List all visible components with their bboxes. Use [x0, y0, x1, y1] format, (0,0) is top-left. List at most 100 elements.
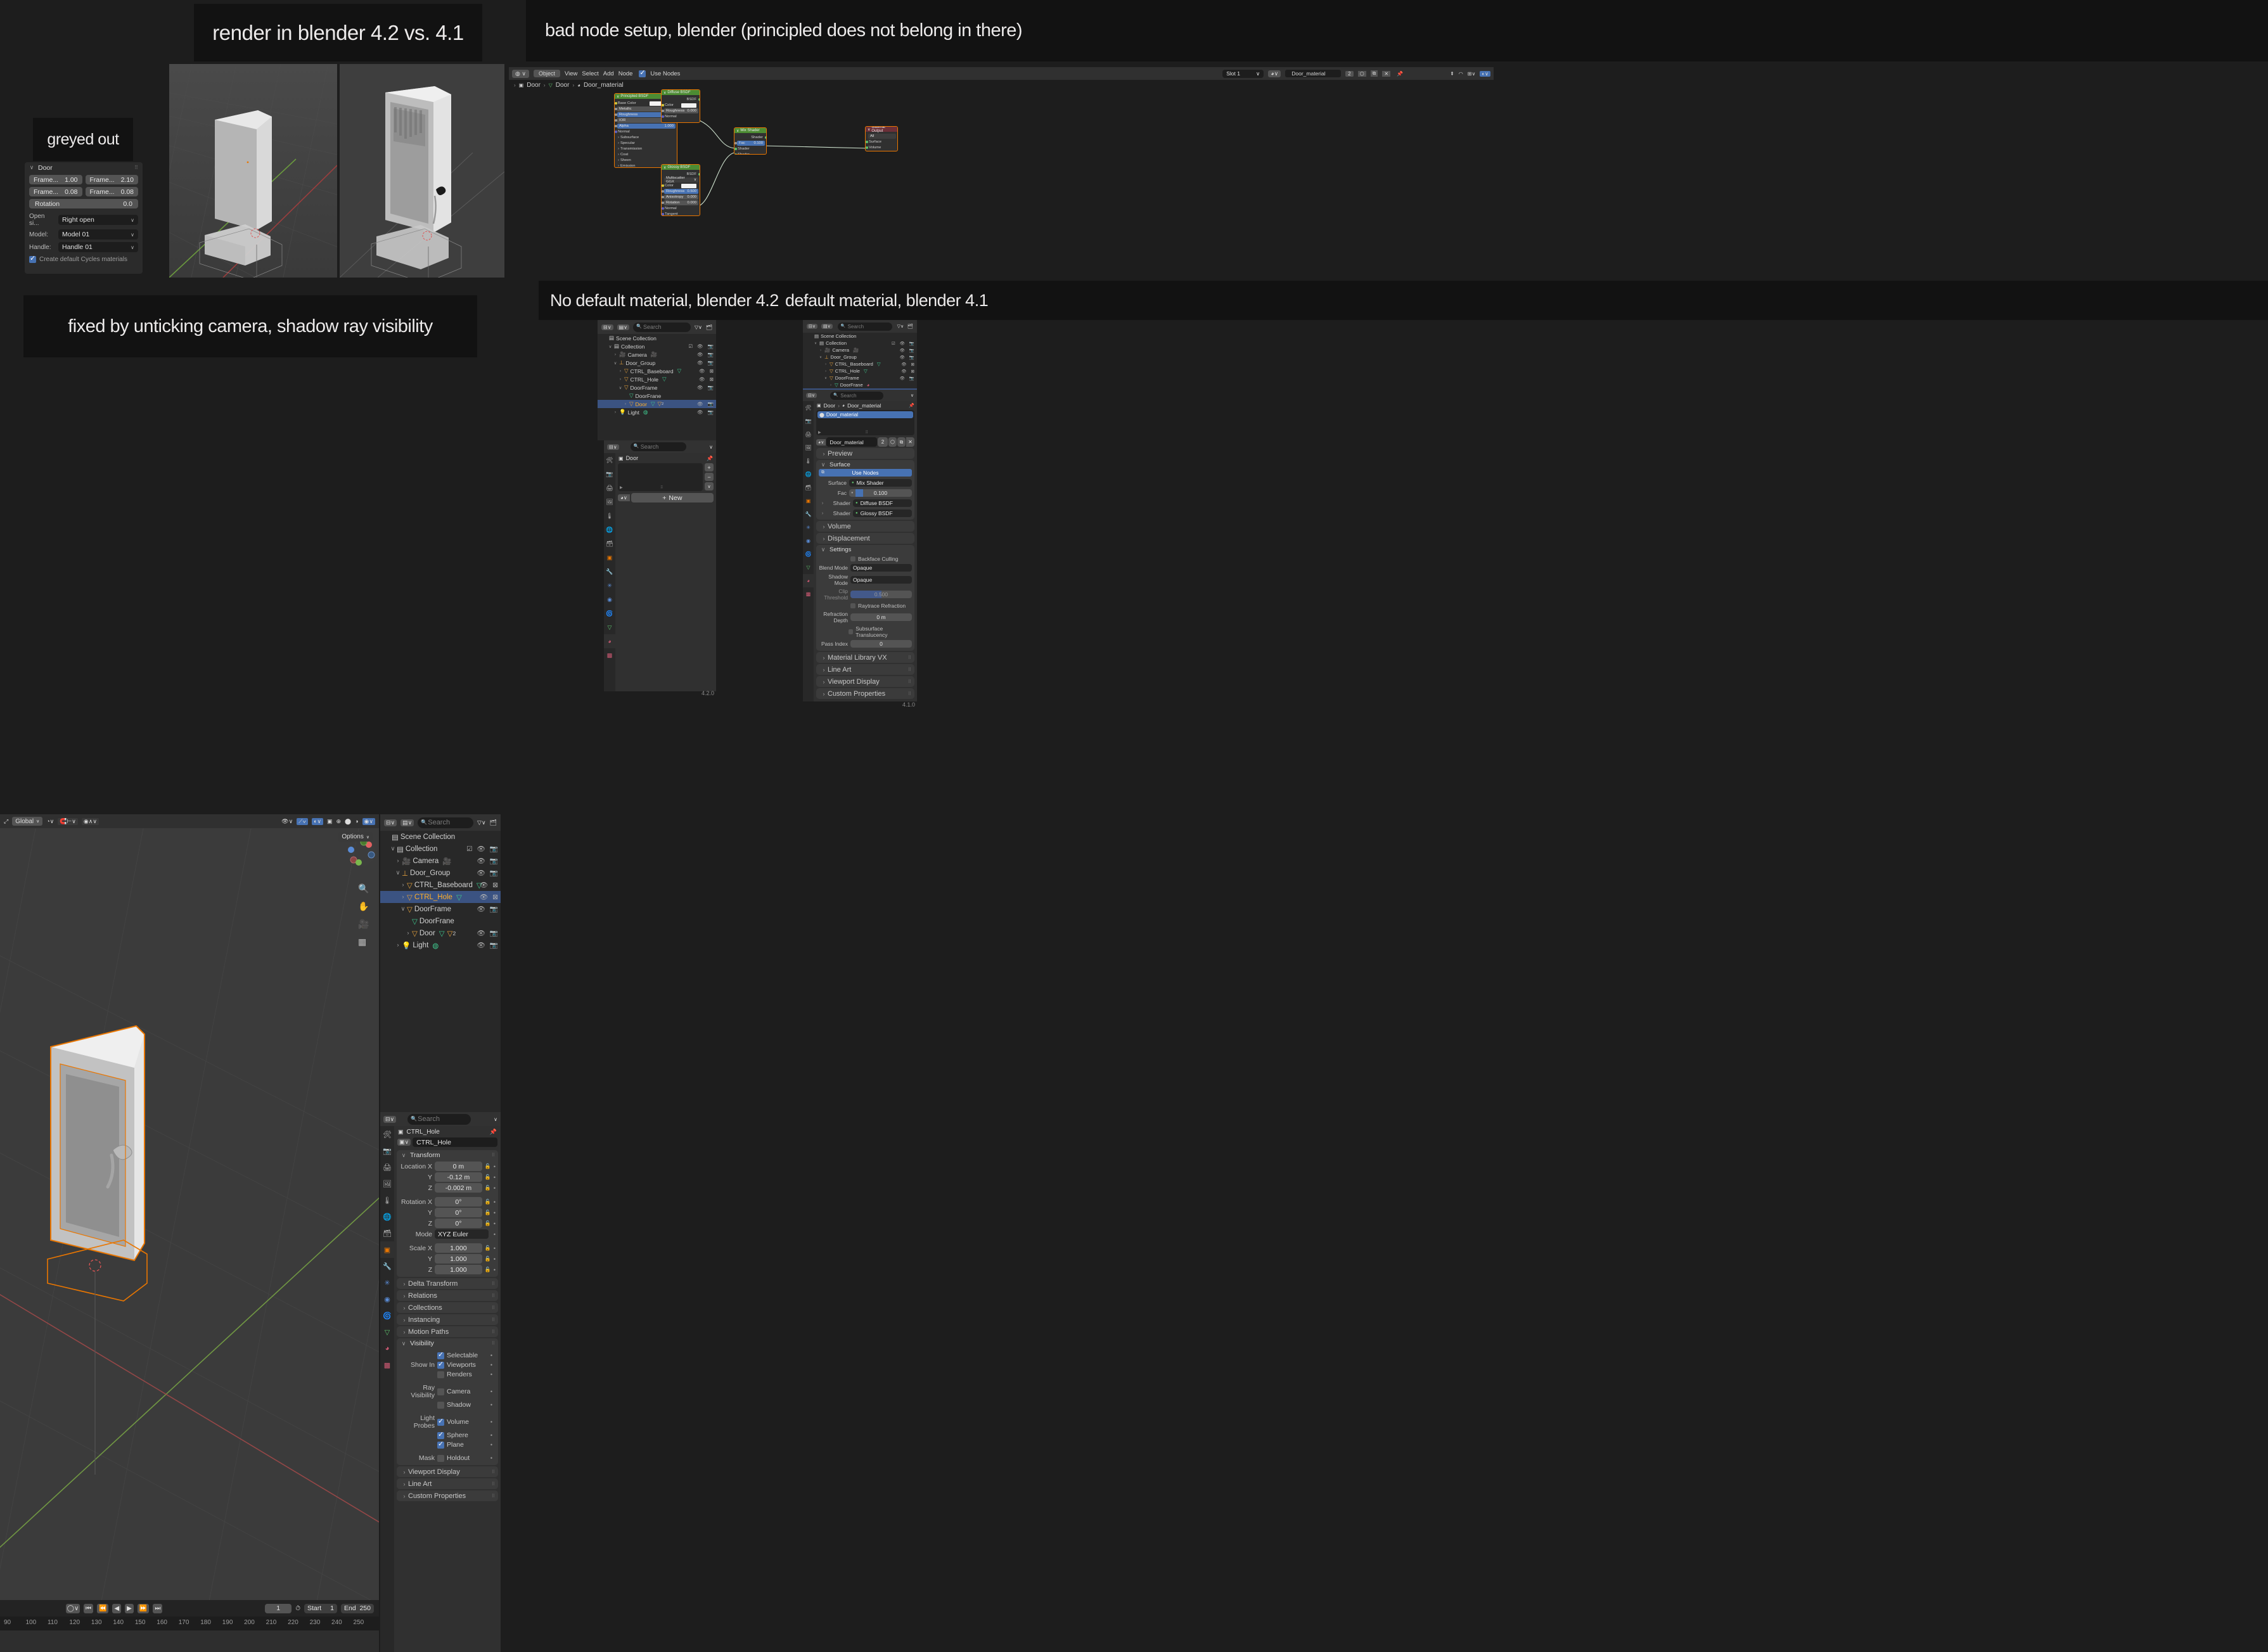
outliner-row-controls[interactable]: 👁📷	[697, 401, 714, 407]
camera-render-icon[interactable]: 📷	[490, 941, 498, 949]
shadow-mode-dropdown[interactable]: Opaque	[850, 576, 912, 584]
editor-type-icon[interactable]: ⊟∨	[607, 444, 619, 450]
overlays-icon[interactable]: ◐∨	[311, 817, 323, 825]
chevron-down-icon[interactable]: ∨	[394, 869, 402, 876]
outliner-row-controls[interactable]: 👁📷	[697, 409, 714, 415]
camera-render-icon[interactable]: 📷	[490, 929, 498, 937]
pin-icon[interactable]: 📌	[490, 1129, 497, 1136]
tab-output[interactable]: 🖨	[604, 481, 615, 495]
rotation-y-field[interactable]: Y 0° 🔓 •	[399, 1208, 496, 1217]
chevron-down-icon[interactable]: ∨	[606, 344, 614, 349]
chevron-down-icon[interactable]: ∨	[812, 342, 819, 345]
outliner-row-controls[interactable]: 👁📷	[697, 360, 714, 366]
tab-texture[interactable]: ▩	[803, 587, 814, 601]
outliner-42[interactable]: ⊟∨ ▤∨ 🔍 Search ▽∨ 🗂 ▤ Scene Collection ∨ ▤ C…	[598, 320, 716, 440]
timeline-track-area[interactable]	[0, 1630, 379, 1652]
shading-wireframe-icon[interactable]: ⊕	[336, 818, 341, 825]
lock-icon[interactable]: 🔓	[485, 1174, 491, 1180]
close-icon[interactable]: ✕	[1382, 70, 1391, 77]
tab-data[interactable]: ▽	[803, 561, 814, 574]
tab-physics[interactable]: ◉	[380, 1291, 394, 1307]
outliner-row-controls[interactable]: 👁 ⊠	[699, 368, 714, 374]
tab-object[interactable]: ▣	[380, 1241, 394, 1258]
node-panel-coat[interactable]: › Coat	[616, 152, 676, 157]
object-datablock-icon[interactable]: ▣∨	[397, 1139, 411, 1146]
outliner-row-controls[interactable]: 👁📷	[697, 385, 714, 390]
tab-view-layer[interactable]: 🖼	[604, 495, 615, 509]
outliner-row[interactable]: ›▽Door▽▽2👁📷	[380, 927, 501, 939]
outliner-search-input[interactable]: 🔍 Search	[418, 817, 474, 828]
tab-physics[interactable]: ◉	[604, 592, 615, 606]
open-side-dropdown[interactable]: Right open ∨	[58, 215, 138, 225]
editor-type-icon[interactable]: ⊟∨	[806, 393, 817, 398]
light-probes-sphere-row[interactable]: Sphere •	[399, 1430, 496, 1439]
proportional-edit-icon[interactable]: ◠	[1459, 71, 1463, 77]
tab-view-layer[interactable]: 🖼	[803, 441, 814, 454]
outliner-row[interactable]: ▤ Scene Collection	[380, 831, 501, 843]
properties-body[interactable]: ▣ Door 📌 ▶ ⠿ + − ∨ ◕∨ + New	[615, 453, 716, 691]
section-custom-properties[interactable]: › Custom Properties ⠿	[816, 688, 914, 699]
camera-render-disabled-icon[interactable]: ⊠	[492, 893, 498, 901]
outliner-row[interactable]: ▤ Scene Collection	[803, 333, 917, 340]
jump-next-keyframe-button[interactable]: ⏩	[137, 1603, 150, 1613]
section-line-art[interactable]: › Line Art ⠿	[397, 1478, 498, 1489]
node-panel-transmission[interactable]: › Transmission	[616, 146, 676, 151]
node-target-dropdown[interactable]: All	[867, 134, 896, 139]
checkbox-icon[interactable]	[437, 1430, 444, 1439]
animate-property-icon[interactable]: •	[494, 1210, 496, 1216]
filter-icon[interactable]: ▽∨	[477, 819, 486, 826]
tab-texture[interactable]: ▩	[380, 1357, 394, 1373]
filter-icon[interactable]: ▽∨	[695, 324, 702, 330]
blend-mode-dropdown[interactable]: Opaque	[850, 564, 912, 572]
node-input-shader-2[interactable]: Shader	[734, 152, 765, 154]
camera-render-icon[interactable]: 📷	[490, 857, 498, 865]
section-custom-properties[interactable]: › Custom Properties ⠿	[397, 1490, 498, 1501]
tab-modifiers[interactable]: 🔧	[380, 1258, 394, 1274]
chevron-down-icon[interactable]: ∨	[399, 906, 407, 912]
outliner-row-controls[interactable]: 👁📷	[900, 348, 914, 353]
outliner-row[interactable]: › ▽ CTRL_Hole ▽ 👁 ⊠	[598, 375, 716, 383]
node-material-output[interactable]: ∨ Material Output All Surface Volume Dis…	[865, 126, 898, 151]
outliner-row-controls[interactable]: 👁 ⊠	[901, 362, 914, 367]
camera-render-disabled-icon[interactable]: ⊠	[710, 376, 714, 382]
animate-property-icon[interactable]: •	[494, 1245, 496, 1252]
chevron-down-icon[interactable]: ∨	[911, 393, 914, 398]
animate-property-icon[interactable]: •	[490, 1432, 492, 1438]
material-slot-menu-button[interactable]: ∨	[705, 482, 714, 490]
pass-index-field[interactable]: 0	[850, 640, 912, 648]
outliner-row-controls[interactable]: 👁📷	[477, 905, 498, 913]
camera-render-icon[interactable]: 📷	[490, 905, 498, 913]
chevron-right-icon[interactable]: ›	[617, 377, 624, 381]
jump-prev-keyframe-button[interactable]: ⏪	[97, 1603, 109, 1613]
chevron-right-icon[interactable]: ›	[817, 349, 824, 352]
checkbox-icon[interactable]	[437, 1417, 444, 1426]
mesh-data-icon[interactable]: ▽	[864, 368, 868, 374]
tab-world[interactable]: 🌐	[380, 1208, 394, 1225]
eye-icon[interactable]: 👁	[477, 941, 485, 949]
tab-particles[interactable]: ✳	[380, 1274, 394, 1291]
camera-render-icon[interactable]: 📷	[490, 869, 498, 877]
chevron-right-icon[interactable]: ›	[612, 352, 619, 357]
eye-icon[interactable]: 👁	[697, 401, 703, 407]
use-nodes-checkbox[interactable]	[639, 68, 646, 77]
eye-icon[interactable]: 👁	[477, 845, 485, 853]
outliner-tree[interactable]: ▤ Scene Collection ∨ ▤ Collection ☑ 👁 📷 › 🎥 Camera…	[380, 831, 501, 951]
shading-rendered-icon[interactable]: ◉∨	[362, 817, 375, 825]
slot-dropdown[interactable]: Slot 1 ∨	[1222, 69, 1264, 78]
outliner-row[interactable]: › ▽ CTRL_Baseboard ▽ 👁 ⊠	[380, 879, 501, 891]
scale-z-field[interactable]: Z 1.000 🔓 •	[399, 1265, 496, 1274]
pivot-point-icon[interactable]: ◔∨	[46, 818, 54, 825]
camera-render-icon[interactable]: 📷	[708, 360, 714, 366]
breadcrumb-mesh[interactable]: Door	[556, 82, 570, 89]
editor-type-icon[interactable]: ◍ ∨	[512, 69, 529, 78]
eye-icon[interactable]: 👁	[697, 409, 703, 415]
tab-view-layer[interactable]: 🖼	[380, 1175, 394, 1192]
display-mode-icon[interactable]: ⊟∨	[384, 819, 397, 826]
camera-render-icon[interactable]: 📷	[909, 355, 914, 360]
outliner-search-input[interactable]: 🔍 Search	[632, 322, 691, 332]
outliner-row-controls[interactable]: 👁📷	[477, 869, 498, 877]
field-value[interactable]: 1.000	[435, 1265, 482, 1274]
animate-property-icon[interactable]: •	[490, 1442, 492, 1448]
jump-to-start-button[interactable]: ⏮	[84, 1603, 93, 1613]
properties-editor-41[interactable]: ⊟∨ 🔍 Search ∨ 🛠 📷 🖨 🖼 🌡 🌐 🗃 ▣ 🔧 ✳ ◉ 🌀 ▽ …	[803, 390, 917, 701]
